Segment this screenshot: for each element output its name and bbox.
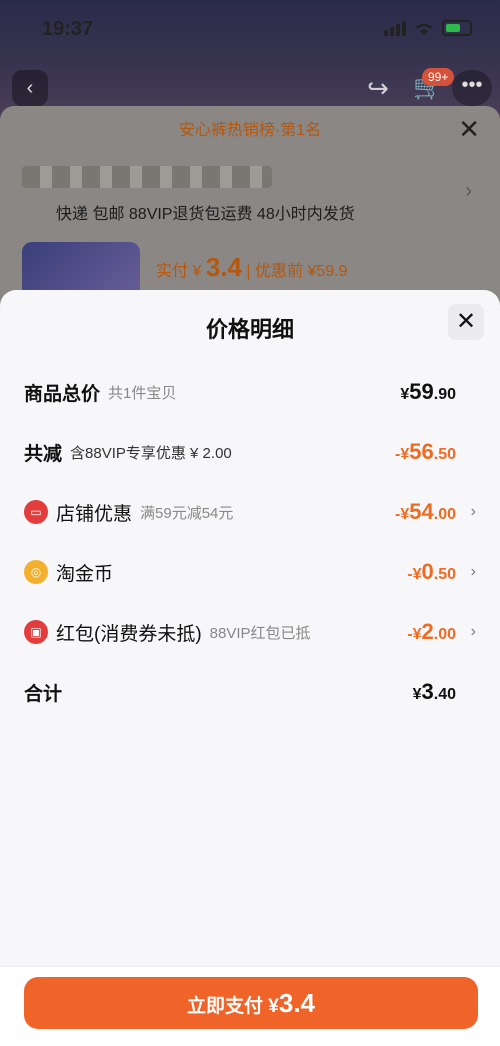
back-icon[interactable]: ‹ — [12, 70, 48, 106]
row-total: 合计 ¥3.40 — [24, 672, 476, 712]
amount-prefix: ¥ — [412, 686, 422, 703]
row-sub: 共1件宝贝 — [108, 384, 177, 402]
chevron-right-icon[interactable]: › — [460, 623, 476, 641]
row-sub: 满59元减54元 — [140, 504, 234, 522]
amount-prefix: -¥ — [395, 446, 410, 463]
row-shop-discount[interactable]: ▭ 店铺优惠 满59元减54元 -¥54.00 › — [24, 492, 476, 532]
amount-int: 0 — [421, 559, 434, 584]
share-icon[interactable]: ↪ — [358, 70, 398, 106]
row-label: 商品总价 — [24, 383, 101, 405]
amount-int: 56 — [409, 439, 434, 464]
sheet-title: 价格明细 — [205, 317, 294, 342]
amount-dec: .50 — [433, 446, 456, 463]
amount-prefix: ¥ — [400, 386, 410, 403]
row-label: 淘金币 — [56, 563, 114, 585]
price-prefix: 实付 ¥ — [156, 263, 202, 280]
price-value: 3.4 — [205, 252, 242, 282]
row-gold-coins[interactable]: ◎ 淘金币 -¥0.50 › — [24, 552, 476, 592]
amount-dec: .00 — [433, 506, 456, 523]
status-bar: 19:37 — [0, 0, 500, 58]
status-icons — [384, 20, 472, 36]
bottom-bar: 立即支付 ¥3.4 — [0, 966, 500, 1046]
row-amount: -¥56.50 — [395, 439, 456, 465]
chevron-right-icon[interactable]: › — [460, 563, 476, 581]
pay-prefix: ¥ — [268, 996, 279, 1017]
amount-prefix: -¥ — [407, 626, 422, 643]
row-amount: ¥3.40 — [413, 679, 456, 705]
sku-panel-background: 安心裤热销榜·第1名 ✕ › 快递 包邮 88VIP退货包运费 48小时内发货 … — [0, 106, 500, 306]
wifi-icon — [416, 23, 432, 35]
amount-dec: .40 — [433, 686, 456, 703]
row-sub: 88VIP红包已抵 — [209, 624, 311, 642]
row-amount: ¥59.90 — [400, 379, 456, 405]
close-icon[interactable]: ✕ — [458, 114, 480, 145]
signal-icon — [384, 20, 406, 36]
amount-int: 2 — [421, 619, 434, 644]
amount-prefix: -¥ — [407, 566, 422, 583]
rank-text: 安心裤热销榜·第1名 — [178, 122, 322, 139]
close-icon[interactable]: ✕ — [448, 304, 484, 340]
red-packet-icon: ▣ — [24, 620, 48, 644]
shipping-info: 快递 包邮 88VIP退货包运费 48小时内发货 — [56, 206, 355, 223]
product-toolbar: ‹ ↪ 🛒 99+ ••• — [0, 66, 500, 110]
battery-icon — [442, 20, 472, 36]
blurred-address — [22, 166, 272, 188]
row-red-packet[interactable]: ▣ 红包(消费券未抵) 88VIP红包已抵 -¥2.00 › — [24, 612, 476, 652]
chevron-right-icon[interactable]: › — [465, 180, 472, 203]
status-time: 19:37 — [42, 18, 94, 40]
pay-now-button[interactable]: 立即支付 ¥3.4 — [24, 977, 478, 1029]
row-label: 合计 — [24, 683, 63, 705]
amount-prefix: -¥ — [395, 506, 410, 523]
row-label: 共减 — [24, 443, 63, 465]
price-summary: 实付 ¥ 3.4 | 优惠前 ¥59.9 — [156, 252, 348, 283]
price-detail-sheet: 价格明细 ✕ 商品总价 共1件宝贝 ¥59.90 共减 含88VIP专享优惠 ¥… — [0, 290, 500, 1046]
row-total-discount: 共减 含88VIP专享优惠 ¥ 2.00 -¥56.50 — [24, 432, 476, 472]
row-amount: -¥54.00 — [395, 499, 456, 525]
amount-int: 59 — [409, 379, 434, 404]
chevron-right-icon[interactable]: › — [460, 503, 476, 521]
row-label: 店铺优惠 — [56, 503, 133, 525]
amount-int: 3 — [421, 679, 434, 704]
row-amount: -¥0.50 — [407, 559, 456, 585]
row-sub: 含88VIP专享优惠 ¥ 2.00 — [70, 444, 232, 462]
cart-badge: 99+ — [422, 68, 455, 86]
amount-dec: .00 — [433, 626, 456, 643]
amount-dec: .50 — [433, 566, 456, 583]
row-subtotal: 商品总价 共1件宝贝 ¥59.90 — [24, 372, 476, 412]
amount-dec: .90 — [433, 386, 456, 403]
row-label: 红包(消费券未抵) — [56, 623, 202, 645]
more-icon[interactable]: ••• — [452, 70, 492, 106]
pay-amount: 3.4 — [278, 988, 316, 1018]
amount-int: 54 — [409, 499, 434, 524]
price-before: | 优惠前 ¥59.9 — [246, 263, 348, 280]
gold-coin-icon: ◎ — [24, 560, 48, 584]
row-amount: -¥2.00 — [407, 619, 456, 645]
shop-discount-icon: ▭ — [24, 500, 48, 524]
pay-label: 立即支付 — [186, 996, 263, 1017]
